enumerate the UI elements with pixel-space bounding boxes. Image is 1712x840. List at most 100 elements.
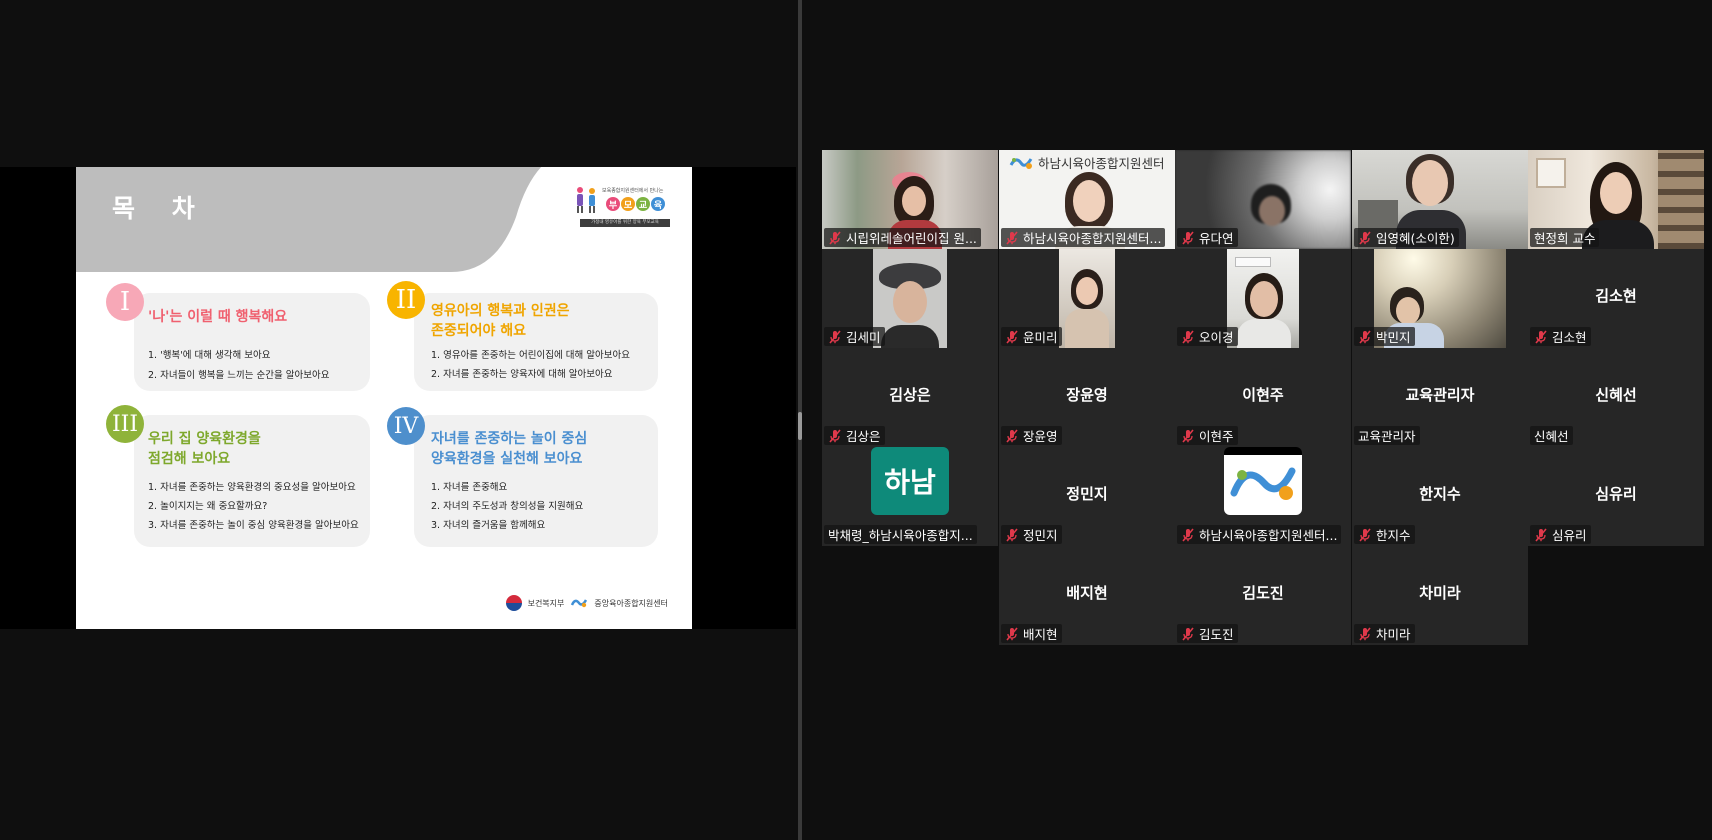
microphone-muted-icon (1181, 428, 1195, 443)
participant-name: 장윤영 (1023, 429, 1058, 444)
participant-name: 심유리 (1552, 528, 1587, 543)
participant-tile[interactable]: 김소현 김소현 (1528, 249, 1704, 348)
section-badge-1: I (106, 283, 144, 321)
participant-name-label: 김상은 (824, 426, 885, 445)
participant-name: 시립위레솔어린이집 원... (846, 231, 977, 246)
split-view-drag-handle[interactable] (798, 412, 802, 440)
microphone-muted-icon (1534, 329, 1548, 344)
microphone-muted-icon (1005, 626, 1019, 641)
participant-tile[interactable]: 하남시육아종합지원센터하남시육아종합지원센터... (999, 150, 1175, 249)
brand-char-4: 육 (651, 197, 665, 211)
brand-char-1: 부 (606, 197, 620, 211)
section-badge-2: II (387, 281, 425, 319)
participant-tile[interactable]: 장윤영 장윤영 (999, 348, 1175, 447)
participant-name: 신혜선 (1534, 429, 1569, 444)
participant-name-label: 정민지 (1001, 525, 1062, 544)
participant-name: 배지현 (1023, 627, 1058, 642)
participant-tile[interactable]: 오이경 (1175, 249, 1351, 348)
participant-display-name: 정민지 (1066, 485, 1108, 503)
participant-video (1059, 249, 1115, 348)
participant-tile[interactable]: 이현주 이현주 (1175, 348, 1351, 447)
participant-name: 이현주 (1199, 429, 1234, 444)
section-3-item-3: 3. 자녀를 존중하는 놀이 중심 양육환경을 알아보아요 (148, 520, 359, 531)
microphone-muted-icon (1358, 230, 1372, 245)
section-badge-4: IV (387, 407, 425, 445)
participant-name: 김상은 (846, 429, 881, 444)
participant-tile[interactable]: 윤미리 (999, 249, 1175, 348)
brand-word: 부 모 교 육 (606, 197, 665, 211)
footer-ministry: 보건복지부 (527, 598, 565, 608)
brand-small-text: 보육종합지원센터에서 만나는 (602, 188, 664, 194)
section-1-item-1: 1. '행복'에 대해 생각해 보아요 (148, 350, 271, 361)
slide-title: 목 차 (112, 194, 209, 223)
participant-display-name: 교육관리자 (1405, 386, 1475, 404)
participant-tile[interactable]: 배지현 배지현 (999, 546, 1175, 645)
participant-name: 교육관리자 (1358, 429, 1416, 444)
participant-name: 오이경 (1199, 330, 1234, 345)
center-swirl-icon (571, 599, 588, 608)
participant-display-name: 심유리 (1595, 485, 1637, 503)
participant-tile[interactable]: 박민지 (1352, 249, 1528, 348)
section-4-item-3: 3. 자녀의 즐거움을 함께해요 (431, 520, 546, 531)
participant-name: 김소현 (1552, 330, 1587, 345)
microphone-muted-icon (1181, 230, 1195, 245)
participant-tile[interactable]: 교육관리자 교육관리자 (1352, 348, 1528, 447)
participant-name: 임영혜(소이한) (1376, 231, 1455, 246)
section-2-item-1: 1. 영유아를 존중하는 어린이집에 대해 알아보아요 (431, 350, 630, 361)
participant-name: 유다연 (1199, 231, 1234, 246)
participant-display-name: 배지현 (1066, 584, 1108, 602)
participant-tile[interactable]: 신혜선 신혜선 (1528, 348, 1704, 447)
participant-tile[interactable]: 하남시육아종합지원센터... (1175, 447, 1351, 546)
participant-name-label: 시립위레솔어린이집 원... (824, 228, 981, 247)
swirl-logo-tile (1224, 447, 1302, 515)
participant-gallery: 시립위레솔어린이집 원... 하남시육아종합지원센터하남시육아종합지원센터... 유… (822, 150, 1704, 646)
participant-tile[interactable]: 심유리 심유리 (1528, 447, 1704, 546)
microphone-muted-icon (1005, 428, 1019, 443)
participant-name: 차미라 (1376, 627, 1411, 642)
microphone-muted-icon (828, 329, 842, 344)
participant-name: 박채령_하남시육아종합지... (828, 528, 973, 543)
section-1-item-2: 2. 자녀들이 행복을 느끼는 순간을 알아보아요 (148, 370, 330, 381)
participant-tile[interactable]: 시립위레솔어린이집 원... (822, 150, 998, 249)
participant-tile[interactable]: 차미라 차미라 (1352, 546, 1528, 645)
participant-name-label: 차미라 (1354, 624, 1415, 643)
participant-name-label: 김소현 (1530, 327, 1591, 346)
section-2-item-2: 2. 자녀를 존중하는 양육자에 대해 알아보아요 (431, 369, 613, 380)
participant-display-name: 한지수 (1419, 485, 1461, 503)
participant-name: 하남시육아종합지원센터... (1023, 231, 1162, 246)
section-badge-3: III (106, 405, 144, 443)
participant-name-label: 유다연 (1177, 228, 1238, 247)
participant-tile[interactable]: 하남 박채령_하남시육아종합지... (822, 447, 998, 546)
microphone-muted-icon (1358, 329, 1372, 344)
participant-name-label: 임영혜(소이한) (1354, 228, 1459, 247)
participant-display-name: 신혜선 (1595, 386, 1637, 404)
participant-tile[interactable]: 현정희 교수 (1528, 150, 1704, 249)
presentation-slide: 목 차 보육종합지원센터에서 만나는 부 모 교 육 가정내 영유아를 위한 양… (76, 167, 692, 629)
participant-tile[interactable]: 정민지 정민지 (999, 447, 1175, 546)
participant-name-label: 하남시육아종합지원센터... (1177, 525, 1342, 544)
participant-tile[interactable]: 한지수 한지수 (1352, 447, 1528, 546)
participant-name-label: 박채령_하남시육아종합지... (824, 525, 977, 544)
section-3-item-1: 1. 자녀를 존중하는 양육환경의 중요성을 알아보아요 (148, 482, 356, 493)
participant-tile[interactable]: 김도진 김도진 (1175, 546, 1351, 645)
participant-name: 윤미리 (1023, 330, 1058, 345)
participant-tile[interactable]: 임영혜(소이한) (1352, 150, 1528, 249)
participant-name: 박민지 (1376, 330, 1411, 345)
kids-logo-icon (577, 187, 595, 213)
microphone-muted-icon (1534, 527, 1548, 542)
participant-tile[interactable]: 김세미 (822, 249, 998, 348)
participant-display-name: 차미라 (1419, 584, 1461, 602)
participant-name-label: 이현주 (1177, 426, 1238, 445)
participant-name-label: 배지현 (1001, 624, 1062, 643)
tile-overlay-text: 하남시육아종합지원센터 (1038, 156, 1165, 171)
participant-name: 하남시육아종합지원센터... (1199, 528, 1338, 543)
participant-tile[interactable]: 김상은 김상은 (822, 348, 998, 447)
section-title-4: 자녀를 존중하는 놀이 중심 양육환경을 실천해 보아요 (431, 431, 588, 467)
brand-char-3: 교 (636, 197, 650, 211)
microphone-muted-icon (1005, 230, 1019, 245)
microphone-muted-icon (1358, 626, 1372, 641)
microphone-muted-icon (1181, 527, 1195, 542)
participant-display-name: 김상은 (889, 386, 931, 404)
center-swirl-icon (1009, 157, 1033, 169)
participant-tile[interactable]: 유다연 (1175, 150, 1351, 249)
